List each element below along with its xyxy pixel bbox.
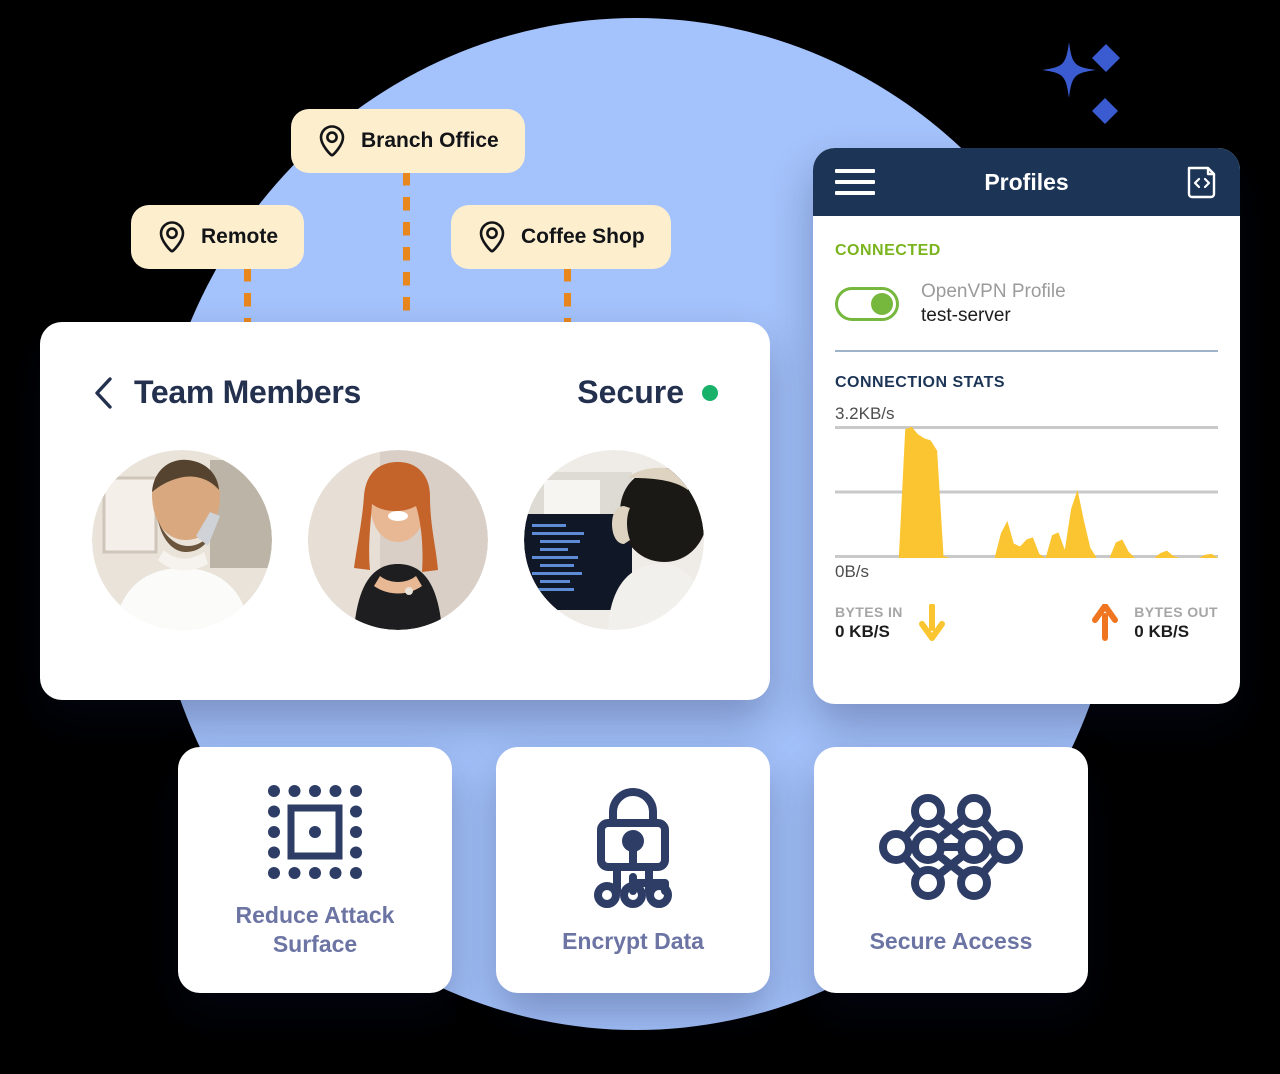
profile-toggle-switch[interactable] xyxy=(835,286,899,321)
profile-kind: OpenVPN Profile xyxy=(921,281,1066,302)
profile-row[interactable]: OpenVPN Profile test-server xyxy=(835,280,1218,328)
bytes-out-texts: BYTES OUT 0 KB/S xyxy=(1134,604,1218,642)
section-divider xyxy=(835,349,1218,352)
attack-surface-icon xyxy=(268,785,362,880)
map-pin-icon xyxy=(159,221,185,253)
vpn-body: CONNECTED OpenVPN Profile test-server CO… xyxy=(813,216,1240,642)
location-pill-label: Remote xyxy=(201,225,279,248)
bytes-in-value: 0 KB/S xyxy=(835,621,890,641)
map-pin-icon xyxy=(319,125,345,157)
location-pill-coffee-shop[interactable]: Coffee Shop xyxy=(451,205,671,269)
feature-card-encrypt-data[interactable]: Encrypt Data xyxy=(496,747,770,993)
throughput-chart xyxy=(835,425,1218,558)
feature-label-line-1: Reduce Attack xyxy=(235,902,395,929)
bytes-in-texts: BYTES IN 0 KB/S xyxy=(835,604,903,642)
feature-label-line-2: Surface xyxy=(272,931,358,957)
status-dot-icon xyxy=(702,384,718,401)
map-pin-icon xyxy=(479,221,505,253)
bytes-in-caption: BYTES IN xyxy=(835,603,903,620)
location-pill-remote[interactable]: Remote xyxy=(131,205,305,269)
import-profile-icon[interactable] xyxy=(1184,164,1218,200)
connector-dashed-coffee xyxy=(564,268,571,328)
illustration-stage: Branch Office Remote Coffee Shop Team Me… xyxy=(0,0,1280,1074)
page-title: Team Members xyxy=(134,374,362,410)
toggle-knob xyxy=(871,292,893,315)
feature-label: Secure Access xyxy=(869,927,1033,954)
location-pill-label: Branch Office xyxy=(361,129,499,152)
avatar[interactable] xyxy=(92,450,272,630)
bytes-in-block: BYTES IN 0 KB/S xyxy=(835,603,947,642)
location-pill-label: Coffee Shop xyxy=(521,225,645,248)
team-members-header: Team Members Secure xyxy=(40,374,770,411)
connection-stats-label: CONNECTION STATS xyxy=(835,373,1006,391)
location-pill-branch-office[interactable]: Branch Office xyxy=(291,109,525,173)
team-members-card: Team Members Secure xyxy=(40,322,770,700)
avatar[interactable] xyxy=(524,450,704,630)
chart-axis-max-label: 3.2KB/s xyxy=(835,403,895,423)
bytes-row: BYTES IN 0 KB/S BYTES OUT 0 KB/S xyxy=(835,603,1218,642)
bytes-out-block: BYTES OUT 0 KB/S xyxy=(1090,603,1218,642)
avatar[interactable] xyxy=(308,450,488,630)
hamburger-menu-icon[interactable] xyxy=(835,169,875,195)
vpn-app-card: Profiles CONNECTED OpenVPN Profile test-… xyxy=(813,148,1240,704)
connector-dashed-remote xyxy=(244,268,251,328)
bytes-out-caption: BYTES OUT xyxy=(1134,603,1218,620)
chart-axis-min-label: 0B/s xyxy=(835,561,870,581)
arrow-up-icon xyxy=(1092,603,1119,641)
app-bar-title: Profiles xyxy=(984,168,1069,195)
team-avatar-list xyxy=(40,450,770,630)
connector-dashed-branch xyxy=(403,172,410,327)
status-label: Secure xyxy=(577,374,684,410)
feature-card-secure-access[interactable]: Secure Access xyxy=(814,747,1088,993)
status-badge: Secure xyxy=(577,374,718,411)
connection-status-label: CONNECTED xyxy=(835,242,941,259)
mesh-network-icon xyxy=(879,793,1023,900)
app-bar: Profiles xyxy=(813,148,1240,216)
profile-name: test-server xyxy=(921,304,1011,326)
feature-card-reduce-attack-surface[interactable]: Reduce Attack Surface xyxy=(178,747,452,993)
sparkle-decoration xyxy=(1022,22,1142,132)
profile-texts: OpenVPN Profile test-server xyxy=(921,280,1066,328)
bytes-out-value: 0 KB/S xyxy=(1134,621,1190,641)
chevron-left-icon[interactable] xyxy=(92,376,114,410)
arrow-down-icon xyxy=(918,603,945,641)
feature-label: Reduce Attack Surface xyxy=(236,901,395,959)
padlock-network-icon xyxy=(594,787,672,908)
feature-label: Encrypt Data xyxy=(562,927,704,954)
